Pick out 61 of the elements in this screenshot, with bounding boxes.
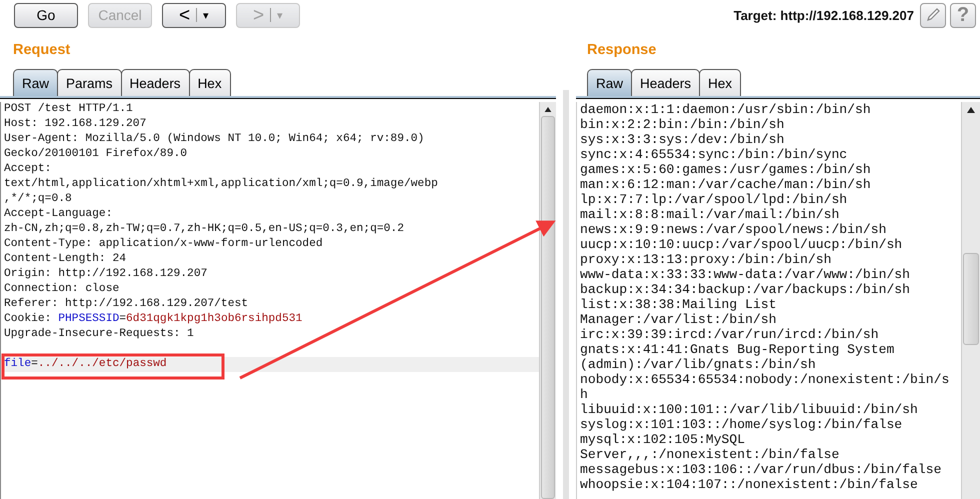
request-line: Host: 192.168.129.207 xyxy=(4,117,148,132)
response-line: nobody:x:65534:65534:nobody:/nonexistent:/bin/s xyxy=(580,372,950,387)
scroll-thumb[interactable] xyxy=(962,253,980,345)
response-line: daemon:x:1:1:daemon:/usr/sbin:/bin/sh xyxy=(580,102,872,117)
request-line: Content-Length: 24 xyxy=(4,252,128,267)
request-line: POST /test HTTP/1.1 xyxy=(4,102,134,117)
request-line: ,*/*;q=0.8 xyxy=(4,192,73,207)
response-line: Manager:/var/list:/bin/sh xyxy=(580,312,778,327)
response-line: bin:x:2:2:bin:/bin:/bin/sh xyxy=(580,117,786,132)
response-line: mail:x:8:8:mail:/var/mail:/bin/sh xyxy=(580,207,840,222)
request-line: Content-Type: application/x-www-form-urlencoded xyxy=(4,237,324,252)
response-line: syslog:x:101:103::/home/syslog:/bin/false xyxy=(580,417,904,432)
response-line: whoopsie:x:104:107::/nonexistent:/bin/false xyxy=(580,477,919,492)
tab[interactable]: Headers xyxy=(631,69,700,96)
request-line: Accept: xyxy=(4,162,52,177)
request-line: Upgrade-Insecure-Requests: 1 xyxy=(4,327,195,342)
back-button[interactable]: < ▾ xyxy=(162,2,226,28)
response-line: h xyxy=(580,387,589,402)
response-line: www-data:x:33:33:www-data:/var/www:/bin/sh xyxy=(580,267,912,282)
request-line: Connection: close xyxy=(4,282,120,297)
request-editor[interactable] xyxy=(0,102,539,499)
request-line: Cookie: PHPSESSID=6d31qgk1kpg1h3ob6rsihpd531 xyxy=(4,312,304,327)
scroll-up-icon xyxy=(544,107,552,112)
response-line: messagebus:x:103:106::/var/run/dbus:/bin/false xyxy=(580,462,942,477)
tab[interactable]: Hex xyxy=(188,69,231,96)
tab[interactable]: Raw xyxy=(587,69,632,96)
response-line: proxy:x:13:13:proxy:/bin:/bin/sh xyxy=(580,252,832,267)
response-line: sys:x:3:3:sys:/dev:/bin/sh xyxy=(580,132,786,147)
response-line: sync:x:4:65534:sync:/bin:/bin/sync xyxy=(580,147,848,162)
response-line: (admin):/var/lib/gnats:/bin/sh xyxy=(580,357,817,372)
response-line: lp:x:7:7:lp:/var/spool/lpd:/bin/sh xyxy=(580,192,848,207)
request-heading: Request xyxy=(12,41,72,58)
tab[interactable]: Raw xyxy=(13,69,58,96)
request-line: User-Agent: Mozilla/5.0 (Windows NT 10.0; Win64; x64; rv:89.0) xyxy=(4,132,426,147)
tab[interactable]: Params xyxy=(57,69,122,96)
target-label: Target: http://192.168.129.207 xyxy=(734,8,914,22)
response-line: irc:x:39:39:ircd:/var/run/ircd:/bin/sh xyxy=(580,327,880,342)
response-line: mysql:x:102:105:MySQL xyxy=(580,432,746,447)
response-line: news:x:9:9:news:/var/spool/news:/bin/sh xyxy=(580,222,888,237)
response-line: gnats:x:41:41:Gnats Bug-Reporting System xyxy=(580,342,896,357)
response-line: games:x:5:60:games:/usr/games:/bin/sh xyxy=(580,162,872,177)
request-line: text/html,application/xhtml+xml,application/xml;q=0.9,image/webp xyxy=(4,177,439,192)
response-line: Server,,,:/nonexistent:/bin/false xyxy=(580,447,840,462)
response-line: list:x:38:38:Mailing List xyxy=(580,297,778,312)
response-line: man:x:6:12:man:/var/cache/man:/bin/sh xyxy=(580,177,872,192)
response-line: backup:x:34:34:backup:/var/backups:/bin/sh xyxy=(580,282,912,297)
pencil-icon xyxy=(925,7,941,23)
response-line: libuuid:x:100:101::/var/lib/libuuid:/bin/sh xyxy=(580,402,919,417)
edit-button[interactable] xyxy=(920,2,946,28)
request-line: Gecko/20100101 Firefox/89.0 xyxy=(4,147,188,162)
request-line: Accept-Language: xyxy=(4,207,114,222)
tab[interactable]: Headers xyxy=(120,69,190,96)
go-button[interactable]: Go xyxy=(14,2,78,28)
response-heading: Response xyxy=(586,41,658,58)
scroll-up-icon xyxy=(967,107,975,113)
request-line: zh-CN,zh;q=0.8,zh-TW;q=0.7,zh-HK;q=0.5,en-US;q=0.3,en;q=0.2 xyxy=(4,222,405,237)
response-line: uucp:x:10:10:uucp:/var/spool/uucp:/bin/sh xyxy=(580,237,904,252)
request-line: Referer: http://192.168.129.207/test xyxy=(4,297,250,312)
request-line: Origin: http://192.168.129.207 xyxy=(4,267,208,282)
tab[interactable]: Hex xyxy=(699,69,742,96)
scrollbar[interactable] xyxy=(961,102,980,499)
